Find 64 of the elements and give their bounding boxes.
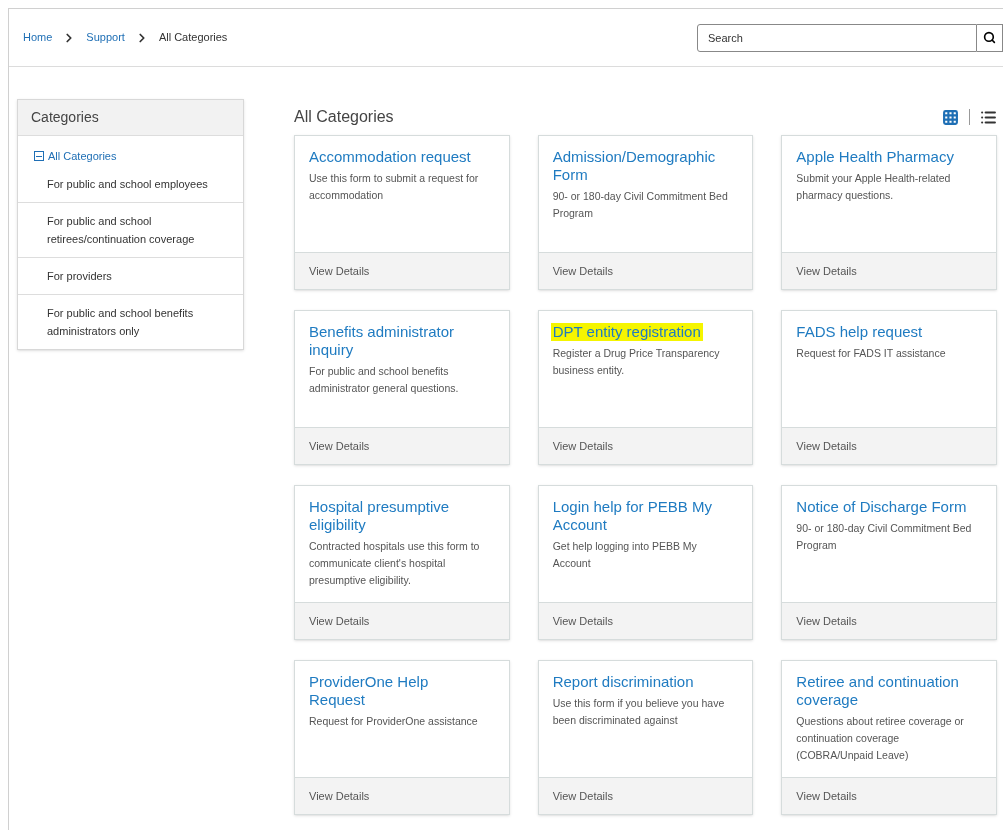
breadcrumb-link[interactable]: Support [86,29,125,46]
view-details-link[interactable]: View Details [796,612,857,630]
card-description: Contracted hospitals use this form to communicate client's hospital presumptive eligibility. [309,539,481,588]
view-details-link[interactable]: View Details [309,437,370,455]
search-button[interactable] [977,23,1003,52]
view-details-link[interactable]: View Details [309,262,370,280]
search-icon [983,31,996,44]
category-card[interactable]: FADS help request Request for FADS IT assistance View Details [781,310,997,465]
card-title[interactable]: Hospital presumptive eligibility [309,498,485,534]
category-card[interactable]: Notice of Discharge Form 90- or 180-day Civil Commitment Bed Program View Details [781,485,997,640]
category-card[interactable]: DPT entity registration Register a Drug Price Transparency business entity. View Details [537,310,754,465]
card-title[interactable]: DPT entity registration [550,323,703,341]
card-title[interactable]: ProviderOne Help Request [309,673,485,709]
category-card[interactable]: Retiree and continuation coverage Questions about retiree coverage or continuation coverage (COBRA/Unpaid Leave) View Details [781,660,997,815]
search-field[interactable]: Search [697,23,977,52]
view-details-link[interactable]: View Details [796,437,857,455]
category-card[interactable]: Hospital presumptive eligibility Contracted hospitals use this form to communicate client's hospital presumptive eligibility. View Details [294,485,510,640]
category-card[interactable]: Accommodation request Use this form to submit a request for accommodation View Details [294,135,510,290]
breadcrumb-current: All Categories [158,30,228,46]
view-details-link[interactable]: View Details [796,787,857,805]
card-title[interactable]: Apple Health Pharmacy [796,148,954,166]
card-title[interactable]: Benefits administrator inquiry [309,323,485,359]
card-title[interactable]: Retiree and continuation coverage [796,673,972,709]
view-details-link[interactable]: View Details [552,262,613,280]
category-card[interactable]: Apple Health Pharmacy Submit your Apple Health-related pharmacy questions. View Details [781,135,997,290]
tree-item[interactable]: All Categories [18,136,243,173]
card-description: Request for ProviderOne assistance [309,714,478,729]
card-description: 90- or 180-day Civil Commitment Bed Program [796,521,972,553]
category-card[interactable]: ProviderOne Help Request Request for ProviderOne assistance View Details [294,660,510,815]
card-description: Get help logging into PEBB My Account [552,539,698,571]
card-description: Use this form if you believe you have been discriminated against [552,696,726,728]
card-title[interactable]: Admission/Demographic Form [552,148,729,184]
category-item[interactable]: For providers [18,257,243,295]
card-description: Questions about retiree coverage or continuation coverage (COBRA/Unpaid Leave) [796,714,965,763]
card-description: For public and school benefits administrator general questions. [309,364,460,396]
view-details-link[interactable]: View Details [552,787,613,805]
view-details-link[interactable]: View Details [309,612,370,630]
card-description: Submit your Apple Health-related pharmacy questions. [796,171,952,203]
card-description: Register a Drug Price Transparency business entity. [552,346,721,378]
card-title[interactable]: Report discrimination [552,673,694,691]
category-card[interactable]: Report discrimination Use this form if you believe you have been discriminated against View Details [537,660,754,815]
view-details-link[interactable]: View Details [309,787,370,805]
list-view-button[interactable] [980,108,997,126]
view-details-link[interactable]: View Details [552,437,613,455]
section-title: All Categories [294,107,394,127]
breadcrumb-link[interactable]: Home [23,29,53,46]
card-title[interactable]: Accommodation request [309,148,471,166]
category-item[interactable]: For public and school benefits administrators only [18,294,243,349]
card-title[interactable]: Notice of Discharge Form [796,498,967,516]
collapse-icon [34,151,44,162]
view-details-link[interactable]: View Details [796,262,857,280]
card-title[interactable]: Login help for PEBB My Account [552,498,729,534]
category-item[interactable]: For public and school retirees/continuation coverage [18,202,243,258]
card-description: Request for FADS IT assistance [796,346,946,361]
category-card[interactable]: Login help for PEBB My Account Get help logging into PEBB My Account View Details [537,485,754,640]
view-details-link[interactable]: View Details [552,612,613,630]
category-card[interactable]: Benefits administrator inquiry For public and school benefits administrator general questions. View Details [294,310,510,465]
category-item[interactable]: For public and school employees [18,172,243,203]
card-description: 90- or 180-day Civil Commitment Bed Program [552,189,729,221]
panel-title: Categories [18,100,243,136]
grid-view-button[interactable] [942,108,959,126]
category-card[interactable]: Admission/Demographic Form 90- or 180-day Civil Commitment Bed Program View Details [537,135,754,290]
card-title[interactable]: FADS help request [796,323,923,341]
card-description: Use this form to submit a request for accommodation [309,171,480,203]
